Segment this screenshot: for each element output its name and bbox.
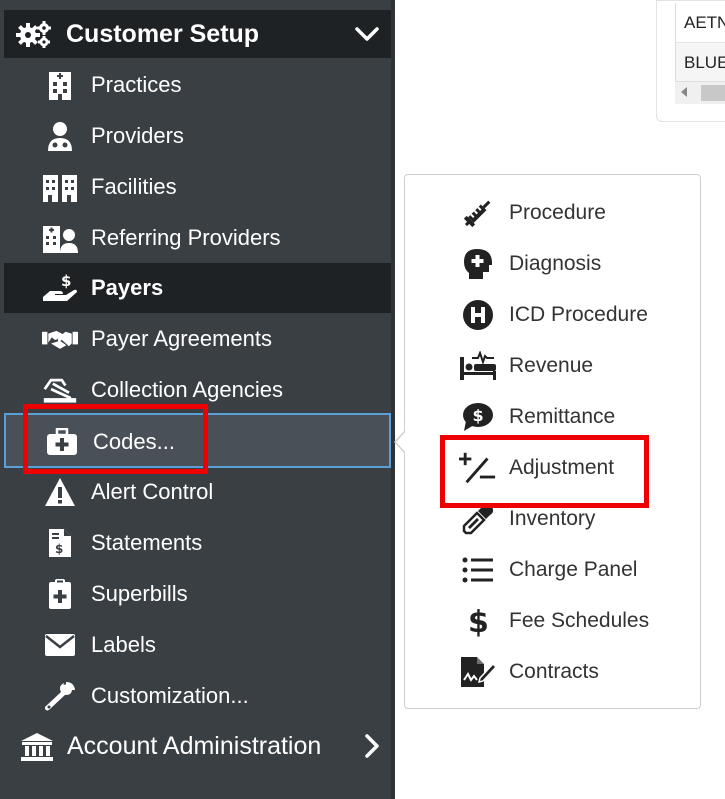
scrollbar-thumb[interactable] bbox=[701, 85, 725, 101]
invoice-icon: $ bbox=[42, 527, 78, 559]
sidebar-item-labels[interactable]: Labels bbox=[4, 620, 391, 670]
flyout-item-label: Fee Schedules bbox=[509, 609, 650, 632]
sidebar-item-account-administration[interactable]: Account Administration bbox=[4, 722, 391, 772]
flyout-item-adjustment[interactable]: Adjustment bbox=[405, 443, 702, 494]
flyout-item-label: Contracts bbox=[509, 660, 599, 683]
dollar-icon: $ bbox=[459, 604, 497, 638]
svg-text:$: $ bbox=[473, 406, 484, 425]
sidebar-item-label: Alert Control bbox=[91, 479, 214, 504]
chevron-down-icon[interactable] bbox=[355, 22, 379, 46]
head-medical-icon bbox=[459, 247, 497, 281]
customer-setup-header[interactable]: Customer Setup bbox=[4, 10, 391, 58]
wrench-icon bbox=[42, 680, 78, 712]
sidebar-item-practices[interactable]: Practices bbox=[4, 60, 391, 110]
medkit-icon bbox=[44, 426, 80, 458]
flyout-item-label: Diagnosis bbox=[509, 252, 602, 275]
sidebar-item-label: Codes... bbox=[93, 429, 175, 454]
account-administration-label: Account Administration bbox=[67, 732, 322, 760]
sidebar-item-label: Labels bbox=[91, 632, 156, 657]
table-row[interactable]: BLUE bbox=[675, 43, 725, 83]
sidebar-item-label: Payers bbox=[91, 275, 164, 300]
flyout-item-icd-procedure[interactable]: ICD Procedure bbox=[405, 290, 702, 341]
flyout-item-label: Charge Panel bbox=[509, 558, 638, 581]
sidebar-item-label: Customization... bbox=[91, 683, 249, 708]
payers-table-fragment: AETN BLUE bbox=[656, 0, 725, 122]
sidebar-item-payer-agreements[interactable]: Payer Agreements bbox=[4, 314, 391, 364]
sidebar-item-label: Facilities bbox=[91, 174, 177, 199]
sidebar-item-statements[interactable]: $ Statements bbox=[4, 518, 391, 568]
signature-icon bbox=[42, 374, 78, 406]
flyout-item-contracts[interactable]: Contracts bbox=[405, 647, 702, 698]
sidebar-item-collection-agencies[interactable]: Collection Agencies bbox=[4, 365, 391, 415]
scroll-left-icon[interactable] bbox=[681, 87, 687, 97]
flyout-item-procedure[interactable]: Procedure bbox=[405, 188, 702, 239]
svg-text:$: $ bbox=[61, 273, 71, 290]
flyout-item-label: Remittance bbox=[509, 405, 616, 428]
chevron-right-icon bbox=[362, 734, 382, 758]
sidebar-item-customization[interactable]: Customization... bbox=[4, 671, 391, 721]
flyout-item-revenue[interactable]: Revenue bbox=[405, 341, 702, 392]
sidebar-item-label: Providers bbox=[91, 123, 184, 148]
flyout-item-label: ICD Procedure bbox=[509, 303, 648, 326]
customer-setup-title: Customer Setup bbox=[66, 19, 260, 48]
buildings-icon bbox=[42, 171, 78, 203]
flyout-item-diagnosis[interactable]: Diagnosis bbox=[405, 239, 702, 290]
handshake-icon bbox=[42, 323, 78, 355]
table-cell: BLUE bbox=[684, 53, 725, 72]
sidebar-item-label: Superbills bbox=[91, 581, 188, 606]
flyout-item-label: Procedure bbox=[509, 201, 606, 224]
sidebar-item-label: Practices bbox=[91, 72, 182, 97]
sidebar-item-providers[interactable]: Providers bbox=[4, 111, 391, 161]
sidebar-item-payers[interactable]: $ Payers bbox=[4, 263, 391, 313]
list-icon bbox=[459, 553, 497, 587]
clinic-user-icon bbox=[42, 222, 78, 254]
svg-text:$: $ bbox=[55, 542, 63, 556]
syringe-icon bbox=[459, 196, 497, 230]
sidebar-item-superbills[interactable]: Superbills bbox=[4, 569, 391, 619]
sidebar-item-facilities[interactable]: Facilities bbox=[4, 162, 391, 212]
hospital-icon bbox=[42, 69, 78, 101]
flyout-item-label: Revenue bbox=[509, 354, 594, 377]
h-circle-icon bbox=[459, 298, 497, 332]
file-signature-icon bbox=[459, 655, 497, 689]
flyout-item-fee-schedules[interactable]: $ Fee Schedules bbox=[405, 596, 702, 647]
gears-icon bbox=[16, 18, 56, 50]
svg-text:$: $ bbox=[468, 605, 489, 638]
flyout-item-label: Adjustment bbox=[509, 456, 615, 479]
sidebar-item-label: Payer Agreements bbox=[91, 326, 272, 351]
flyout-item-inventory[interactable]: Inventory bbox=[405, 494, 702, 545]
plus-slash-minus-icon bbox=[459, 451, 497, 485]
codes-flyout-menu: Procedure Diagnosis ICD Procedure Revenu… bbox=[404, 174, 701, 709]
clipboard-medical-icon bbox=[42, 578, 78, 610]
flyout-item-label: Inventory bbox=[509, 507, 596, 530]
table-cell: AETN bbox=[684, 13, 725, 32]
flyout-item-charge-panel[interactable]: Charge Panel bbox=[405, 545, 702, 596]
comment-dollar-icon: $ bbox=[459, 400, 497, 434]
sidebar-item-label: Collection Agencies bbox=[91, 377, 284, 402]
table-row[interactable]: AETN bbox=[675, 3, 725, 43]
sidebar-item-referring-providers[interactable]: Referring Providers bbox=[4, 213, 391, 263]
sidebar-item-codes[interactable]: Codes... bbox=[4, 413, 391, 468]
sidebar-scrollbar[interactable] bbox=[391, 0, 395, 799]
envelope-icon bbox=[42, 629, 78, 661]
sidebar-item-label: Statements bbox=[91, 530, 203, 555]
warning-icon bbox=[42, 476, 78, 508]
eyedropper-icon bbox=[459, 502, 497, 536]
hand-dollar-icon: $ bbox=[42, 272, 78, 304]
horizontal-scrollbar[interactable] bbox=[675, 81, 725, 104]
sidebar-item-label: Referring Providers bbox=[91, 225, 281, 250]
flyout-pointer-inner bbox=[396, 431, 406, 453]
doctor-icon bbox=[42, 120, 78, 152]
flyout-item-remittance[interactable]: $ Remittance bbox=[405, 392, 702, 443]
hospital-bed-icon bbox=[459, 349, 497, 383]
bank-icon bbox=[20, 732, 54, 762]
sidebar-item-alert-control[interactable]: Alert Control bbox=[4, 467, 391, 517]
